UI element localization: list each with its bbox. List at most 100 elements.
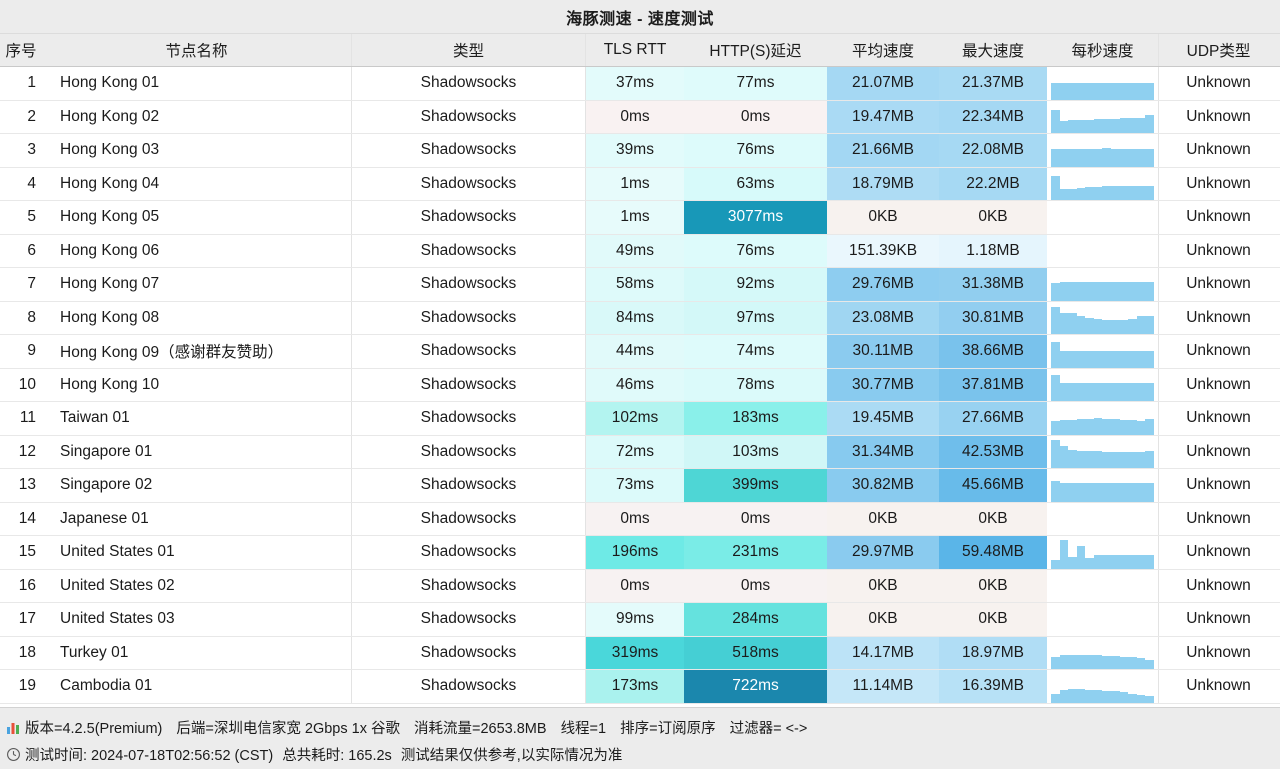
table-row[interactable]: 1 Hong Kong 01 Shadowsocks 37ms 77ms 21.07MB 2… <box>0 67 1280 101</box>
cell-udp-type: Unknown <box>1158 569 1278 602</box>
sparkline-bar <box>1145 351 1154 368</box>
column-header-per-second[interactable]: 每秒速度 <box>1047 34 1158 66</box>
cell-per-second-sparkline <box>1047 503 1158 536</box>
sparkline-bar <box>1076 483 1086 502</box>
sparkline-bar <box>1128 555 1137 569</box>
sparkline-bar <box>1051 307 1060 334</box>
cell-max-speed: 18.97MB <box>939 636 1047 669</box>
cell-max-speed: 42.53MB <box>939 435 1047 468</box>
sparkline-bar <box>1145 382 1154 401</box>
column-header-max-speed[interactable]: 最大速度 <box>939 34 1047 66</box>
sparkline-bar <box>1076 351 1086 368</box>
cell-per-second-sparkline <box>1047 67 1158 100</box>
column-header-udp-type[interactable]: UDP类型 <box>1158 34 1278 66</box>
cell-name: Singapore 02 <box>42 469 352 502</box>
cell-max-speed: 21.37MB <box>939 67 1047 100</box>
cell-name: Cambodia 01 <box>42 670 352 703</box>
footer-traffic: 消耗流量=2653.8MB <box>413 720 547 737</box>
cell-max-speed: 37.81MB <box>939 368 1047 401</box>
table-row[interactable]: 7 Hong Kong 07 Shadowsocks 58ms 92ms 29.76MB 3… <box>0 268 1280 302</box>
table-row[interactable]: 10 Hong Kong 10 Shadowsocks 46ms 78ms 30.77MB… <box>0 368 1280 402</box>
column-header-index[interactable]: 序号 <box>0 34 42 66</box>
column-header-http-latency[interactable]: HTTP(S)延迟 <box>684 34 827 66</box>
sparkline-bar <box>1093 418 1103 435</box>
sparkline-bar <box>1102 319 1112 334</box>
cell-per-second-sparkline <box>1047 201 1158 234</box>
table-row[interactable]: 3 Hong Kong 03 Shadowsocks 39ms 76ms 21.66MB 2… <box>0 134 1280 168</box>
sparkline-bar <box>1076 419 1086 435</box>
table-row[interactable]: 19 Cambodia 01 Shadowsocks 173ms 722ms 11.14M… <box>0 670 1280 704</box>
cell-type: Shadowsocks <box>352 301 586 334</box>
status-footer: 版本=4.2.5(Premium) 后端=深圳电信家宽 2Gbps 1x 谷歌 … <box>0 707 1280 769</box>
cell-type: Shadowsocks <box>352 435 586 468</box>
cell-avg-speed: 21.07MB <box>827 67 939 100</box>
table-row[interactable]: 13 Singapore 02 Shadowsocks 73ms 399ms 30.82M… <box>0 469 1280 503</box>
cell-type: Shadowsocks <box>352 201 586 234</box>
sparkline-bar <box>1136 282 1146 301</box>
table-row[interactable]: 2 Hong Kong 02 Shadowsocks 0ms 0ms 19.47MB 22.… <box>0 100 1280 134</box>
cell-name: Hong Kong 01 <box>42 67 352 100</box>
sparkline-bar <box>1059 189 1069 200</box>
sparkline-bar <box>1145 555 1154 569</box>
cell-udp-type: Unknown <box>1158 167 1278 200</box>
sparkline-bar <box>1059 690 1069 703</box>
sparkline-bar <box>1093 282 1103 301</box>
cell-udp-type: Unknown <box>1158 100 1278 133</box>
table-row[interactable]: 16 United States 02 Shadowsocks 0ms 0ms 0KB 0K… <box>0 569 1280 603</box>
table-row[interactable]: 5 Hong Kong 05 Shadowsocks 1ms 3077ms 0KB 0KB U… <box>0 201 1280 235</box>
sparkline-bar <box>1051 149 1060 167</box>
sparkline-bar <box>1068 282 1077 301</box>
table-row[interactable]: 11 Taiwan 01 Shadowsocks 102ms 183ms 19.45MB 2… <box>0 402 1280 436</box>
cell-type: Shadowsocks <box>352 67 586 100</box>
table-row[interactable]: 15 United States 01 Shadowsocks 196ms 231ms 2… <box>0 536 1280 570</box>
sparkline-bar <box>1111 452 1120 468</box>
cell-name: Hong Kong 03 <box>42 134 352 167</box>
cell-name: Hong Kong 05 <box>42 201 352 234</box>
sparkline-bar <box>1068 419 1077 435</box>
cell-name: United States 03 <box>42 603 352 636</box>
cell-index: 14 <box>18 509 36 527</box>
sparkline-bar <box>1102 382 1112 401</box>
cell-per-second-sparkline <box>1047 469 1158 502</box>
column-header-avg-speed[interactable]: 平均速度 <box>827 34 939 66</box>
table-row[interactable]: 8 Hong Kong 08 Shadowsocks 84ms 97ms 23.08MB 3… <box>0 301 1280 335</box>
table-row[interactable]: 6 Hong Kong 06 Shadowsocks 49ms 76ms 151.39KB… <box>0 234 1280 268</box>
cell-max-speed: 0KB <box>939 502 1047 535</box>
cell-tls-rtt: 173ms <box>586 670 684 703</box>
sparkline-bar <box>1085 149 1094 167</box>
footer-sort: 排序=订阅原序 <box>620 720 716 737</box>
column-header-tls-rtt[interactable]: TLS RTT <box>586 34 684 66</box>
sparkline-bar <box>1076 450 1086 468</box>
cell-http-latency: 78ms <box>684 368 827 401</box>
column-header-name[interactable]: 节点名称 <box>42 34 352 66</box>
table-row[interactable]: 14 Japanese 01 Shadowsocks 0ms 0ms 0KB 0KB Unkn… <box>0 502 1280 536</box>
sparkline-bar <box>1145 185 1154 200</box>
sparkline-bar <box>1128 282 1137 301</box>
cell-type: Shadowsocks <box>352 670 586 703</box>
sparkline-bar <box>1128 483 1137 502</box>
cell-http-latency: 97ms <box>684 301 827 334</box>
status-line-version: 版本=4.2.5(Premium) 后端=深圳电信家宽 2Gbps 1x 谷歌 … <box>4 714 1280 741</box>
cell-per-second-sparkline <box>1047 302 1158 334</box>
table-row[interactable]: 12 Singapore 01 Shadowsocks 72ms 103ms 31.34M… <box>0 435 1280 469</box>
table-row[interactable]: 9 Hong Kong 09（感谢群友赞助） Shadowsocks 44ms 74ms… <box>0 335 1280 369</box>
sparkline-bar <box>1059 420 1069 435</box>
cell-udp-type: Unknown <box>1158 368 1278 401</box>
sparkline-bar <box>1076 545 1086 569</box>
cell-tls-rtt: 99ms <box>586 603 684 636</box>
column-header-type[interactable]: 类型 <box>352 34 586 66</box>
sparkline-bar <box>1051 560 1060 569</box>
table-row[interactable]: 18 Turkey 01 Shadowsocks 319ms 518ms 14.17MB 1… <box>0 636 1280 670</box>
sparkline-bar <box>1059 82 1069 100</box>
cell-tls-rtt: 0ms <box>586 502 684 535</box>
table-row[interactable]: 4 Hong Kong 04 Shadowsocks 1ms 63ms 18.79MB 22… <box>0 167 1280 201</box>
cell-per-second-sparkline <box>1047 402 1158 435</box>
table-row[interactable]: 17 United States 03 Shadowsocks 99ms 284ms 0K… <box>0 603 1280 637</box>
sparkline-bar <box>1119 419 1129 435</box>
cell-udp-type: Unknown <box>1158 469 1278 502</box>
cell-avg-speed: 0KB <box>827 502 939 535</box>
cell-tls-rtt: 39ms <box>586 134 684 167</box>
sparkline-bar <box>1136 451 1146 468</box>
footer-backend: 后端=深圳电信家宽 2Gbps 1x 谷歌 <box>176 720 400 737</box>
cell-name: Hong Kong 08 <box>42 301 352 334</box>
